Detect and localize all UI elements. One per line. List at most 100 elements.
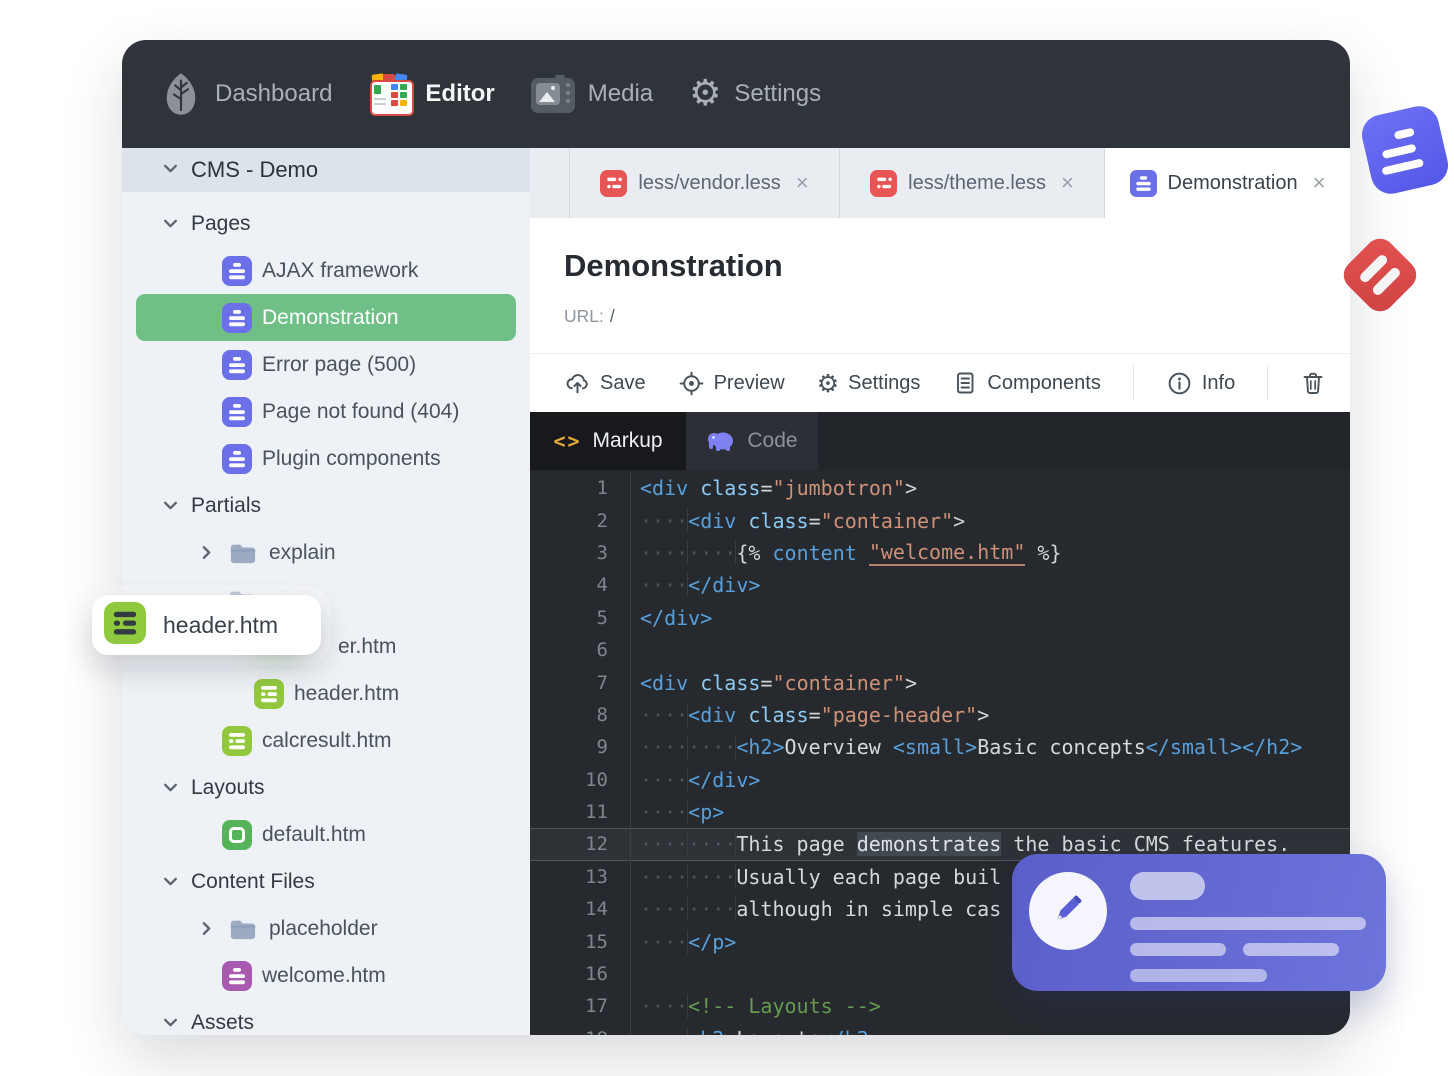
nav-label: Settings — [734, 80, 822, 107]
tree-label: Content Files — [191, 869, 315, 893]
chevron-down-icon — [162, 779, 179, 796]
sidebar-item-default-htm[interactable]: default.htm — [122, 811, 530, 858]
sidebar-section-content-files[interactable]: Content Files — [122, 858, 530, 905]
content-icon — [222, 960, 252, 991]
line-number: 1 — [596, 477, 608, 500]
line-number: 2 — [596, 509, 608, 532]
nav-item-media[interactable]: Media — [530, 75, 654, 113]
page-icon — [222, 255, 252, 286]
code-line-17: 17 ···· <!-- Layouts --> — [530, 990, 1350, 1023]
toolbar-label: Preview — [713, 371, 785, 394]
sidebar-item-explain[interactable]: explain — [122, 529, 530, 576]
page-title: Demonstration — [564, 248, 783, 283]
sidebar-section-partials[interactable]: Partials — [122, 482, 530, 529]
code-brackets-icon: <> — [553, 429, 582, 453]
sidebar-root-node[interactable]: CMS - Demo — [122, 148, 530, 192]
code-tab-markup[interactable]: <> Markup — [530, 412, 686, 470]
line-number: 14 — [585, 898, 608, 921]
sidebar-item-page-not-found-404[interactable]: Page not found (404) — [122, 388, 530, 435]
close-icon[interactable]: × — [1061, 170, 1074, 196]
editor-tab-less-theme-less[interactable]: less/theme.less × — [840, 148, 1105, 218]
tree-label: Page not found (404) — [262, 399, 460, 423]
sidebar-item-error-page-500[interactable]: Error page (500) — [122, 341, 530, 388]
media-icon — [530, 75, 575, 113]
partial-icon — [222, 725, 252, 756]
drag-ghost-header-htm[interactable]: header.htm — [92, 595, 321, 655]
code-tab-code[interactable]: Code — [686, 412, 818, 470]
page-icon — [222, 396, 252, 427]
nav-label: Media — [587, 80, 654, 107]
nav-item-dashboard[interactable]: Dashboard — [160, 72, 332, 116]
nav-item-settings[interactable]: ⚙ Settings — [689, 76, 821, 112]
code-line-3: 3 ···· ···· {% content "welcome.htm" %} — [530, 536, 1350, 570]
page-icon — [222, 302, 252, 333]
code-tab-label: Markup — [592, 429, 663, 452]
close-icon[interactable]: × — [1313, 170, 1326, 196]
line-number: 13 — [585, 865, 608, 888]
editor-icon — [368, 73, 415, 116]
tree-label: placeholder — [269, 916, 378, 940]
toolbar-settings-button[interactable]: ⚙ Settings — [817, 371, 921, 396]
page-url: URL: / — [564, 306, 615, 326]
toolbar-label: Components — [987, 371, 1101, 394]
tree-label: Layouts — [191, 775, 265, 799]
line-number: 15 — [585, 930, 608, 953]
trash-icon — [1300, 370, 1326, 397]
save-cloud-icon — [564, 370, 591, 397]
toolbar-label: Info — [1201, 371, 1236, 394]
nav-item-editor[interactable]: Editor — [368, 73, 495, 116]
editor-tab-demonstration[interactable]: Demonstration × — [1105, 148, 1350, 218]
toolbar-save-button[interactable]: Save — [564, 370, 646, 397]
page-icon — [222, 349, 252, 380]
sidebar-item-welcome-htm[interactable]: welcome.htm — [122, 952, 530, 999]
editor-tab-less-vendor-less[interactable]: less/vendor.less × — [570, 148, 840, 218]
toolbar-preview-button[interactable]: Preview — [678, 370, 785, 397]
gear-icon: ⚙ — [689, 73, 722, 114]
chevron-right-icon — [198, 544, 215, 561]
sidebar-item-calcresult-htm[interactable]: calcresult.htm — [122, 717, 530, 764]
partial-icon — [254, 678, 284, 709]
components-doc-icon — [952, 370, 978, 396]
folder-icon — [227, 538, 259, 567]
line-number: 4 — [596, 574, 608, 597]
line-number: 12 — [585, 833, 608, 856]
sidebar-item-demonstration[interactable]: Demonstration — [136, 294, 516, 341]
document-header: Demonstration URL: / — [530, 218, 1350, 353]
code-section-tabs: <> Markup Code — [530, 412, 1350, 470]
layout-icon — [222, 819, 252, 850]
skeleton-line — [1243, 943, 1339, 956]
sidebar: CMS - Demo Pages AJAX framework Demonstrat… — [122, 148, 530, 1035]
tree-label: header.htm — [294, 681, 400, 705]
code-line-2: 2 ···· <div class = "container" > — [530, 504, 1350, 537]
line-number: 17 — [585, 995, 608, 1018]
chevron-down-icon — [162, 157, 179, 183]
editor-tabstrip: less/vendor.less × less/theme.less × Demonst… — [530, 148, 1350, 218]
less-file-icon — [600, 169, 628, 197]
toolbar-divider — [1132, 366, 1134, 400]
close-icon[interactable]: × — [796, 170, 809, 196]
drag-ghost-label: header.htm — [163, 611, 279, 638]
document-toolbar: Save Preview ⚙ Settings Components Info — [530, 353, 1350, 412]
sidebar-section-assets[interactable]: Assets — [122, 999, 530, 1035]
top-navbar: Dashboard Editor Media ⚙ Settings — [122, 40, 1350, 148]
sidebar-item-plugin-components[interactable]: Plugin components — [122, 435, 530, 482]
toolbar-trash-button[interactable] — [1300, 370, 1326, 397]
line-number: 8 — [596, 703, 608, 726]
gear-icon: ⚙ — [816, 368, 840, 398]
toolbar-label: Save — [600, 371, 646, 394]
tabstrip-spacer — [530, 148, 570, 218]
tree-label: explain — [269, 540, 336, 564]
sidebar-section-pages[interactable]: Pages — [122, 200, 530, 247]
skeleton-line — [1130, 969, 1267, 982]
chevron-down-icon — [162, 497, 179, 514]
leaf-icon — [160, 72, 202, 116]
page-icon — [1129, 169, 1157, 197]
sidebar-item-header-htm[interactable]: header.htm — [122, 670, 530, 717]
sidebar-item-placeholder[interactable]: placeholder — [122, 905, 530, 952]
code-line-9: 9 ···· ···· <h2> Overview <small> Basic conce… — [530, 731, 1350, 764]
toolbar-info-button[interactable]: Info — [1166, 370, 1235, 397]
sidebar-item-ajax-framework[interactable]: AJAX framework — [122, 247, 530, 294]
line-number: 5 — [596, 606, 608, 629]
toolbar-components-button[interactable]: Components — [952, 370, 1101, 396]
sidebar-section-layouts[interactable]: Layouts — [122, 764, 530, 811]
